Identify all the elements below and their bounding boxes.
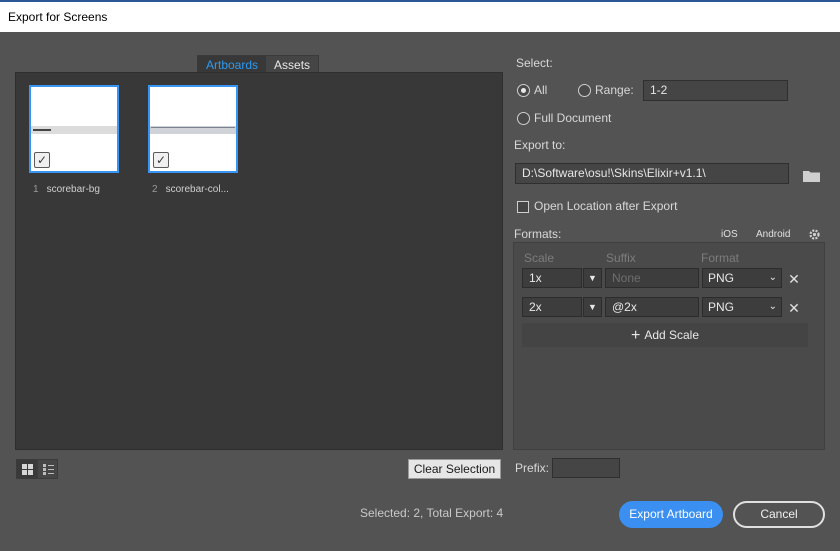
artboards-panel: ✓ 1 scorebar-bg ✓ 2 scorebar-col...: [15, 72, 503, 450]
radio-range-label[interactable]: Range:: [595, 83, 634, 97]
view-toggles: [16, 459, 58, 479]
artboard-thumbnail-1[interactable]: ✓: [29, 85, 119, 173]
artboard-checkbox-1[interactable]: ✓: [34, 152, 50, 168]
gear-icon[interactable]: [808, 228, 821, 241]
suffix-input[interactable]: None: [605, 268, 699, 288]
tab-artboards[interactable]: Artboards: [198, 56, 267, 73]
remove-scale-icon[interactable]: ✕: [787, 272, 801, 286]
open-location-label[interactable]: Open Location after Export: [534, 199, 677, 213]
grid-icon: [22, 464, 33, 475]
radio-all[interactable]: [517, 84, 530, 97]
formats-label: Formats:: [514, 227, 562, 241]
plus-icon: +: [630, 327, 641, 344]
scale-dropdown-button[interactable]: ▼: [583, 297, 602, 317]
window-title: Export for Screens: [8, 10, 108, 24]
artboard-preview: [150, 126, 236, 134]
export-dialog: Artboards Assets ✓ 1 scorebar-bg ✓ 2 score…: [0, 32, 840, 551]
scale-input[interactable]: 1x: [522, 268, 582, 288]
radio-full-document[interactable]: [517, 112, 530, 125]
format-select[interactable]: PNG ⌄: [702, 297, 782, 317]
export-artboard-button[interactable]: Export Artboard: [619, 501, 723, 528]
android-button[interactable]: Android: [756, 229, 790, 240]
range-input[interactable]: 1-2: [643, 80, 788, 101]
col-header-suffix: Suffix: [606, 251, 636, 265]
chevron-down-icon: ⌄: [768, 301, 777, 312]
artboard-label-1: 1 scorebar-bg: [33, 184, 100, 195]
artboard-checkbox-2[interactable]: ✓: [153, 152, 169, 168]
radio-full-document-label[interactable]: Full Document: [534, 111, 611, 125]
radio-range[interactable]: [578, 84, 591, 97]
export-path-input[interactable]: D:\Software\osu!\Skins\Elixir+v1.1\: [515, 163, 789, 184]
scale-input[interactable]: 2x: [522, 297, 582, 317]
scale-dropdown-button[interactable]: ▼: [583, 268, 602, 288]
artboard-thumbnail-2[interactable]: ✓: [148, 85, 238, 173]
export-status: Selected: 2, Total Export: 4: [360, 506, 504, 520]
artboard-preview: [31, 126, 117, 134]
clear-selection-button[interactable]: Clear Selection: [408, 459, 501, 479]
add-scale-button[interactable]: + Add Scale: [522, 323, 808, 347]
title-bar: Export for Screens: [0, 0, 840, 32]
prefix-input[interactable]: [552, 458, 620, 478]
select-label: Select:: [516, 56, 553, 70]
tab-assets[interactable]: Assets: [266, 56, 319, 73]
suffix-input[interactable]: @2x: [605, 297, 699, 317]
remove-scale-icon[interactable]: ✕: [787, 301, 801, 315]
view-tabs: Artboards Assets: [197, 55, 320, 73]
grid-view-button[interactable]: [16, 459, 37, 479]
list-view-button[interactable]: [37, 459, 58, 479]
folder-icon[interactable]: [803, 170, 820, 182]
col-header-scale: Scale: [524, 251, 555, 265]
open-location-checkbox[interactable]: [517, 201, 529, 213]
format-select[interactable]: PNG ⌄: [702, 268, 782, 288]
chevron-down-icon: ⌄: [768, 272, 777, 283]
ios-button[interactable]: iOS: [721, 229, 738, 240]
prefix-label: Prefix:: [515, 461, 550, 475]
col-header-format: Format: [701, 251, 740, 265]
radio-all-label[interactable]: All: [534, 83, 547, 97]
cancel-button[interactable]: Cancel: [733, 501, 825, 528]
artboard-label-2: 2 scorebar-col...: [152, 184, 229, 195]
list-icon: [43, 464, 54, 475]
export-to-label: Export to:: [514, 138, 566, 152]
